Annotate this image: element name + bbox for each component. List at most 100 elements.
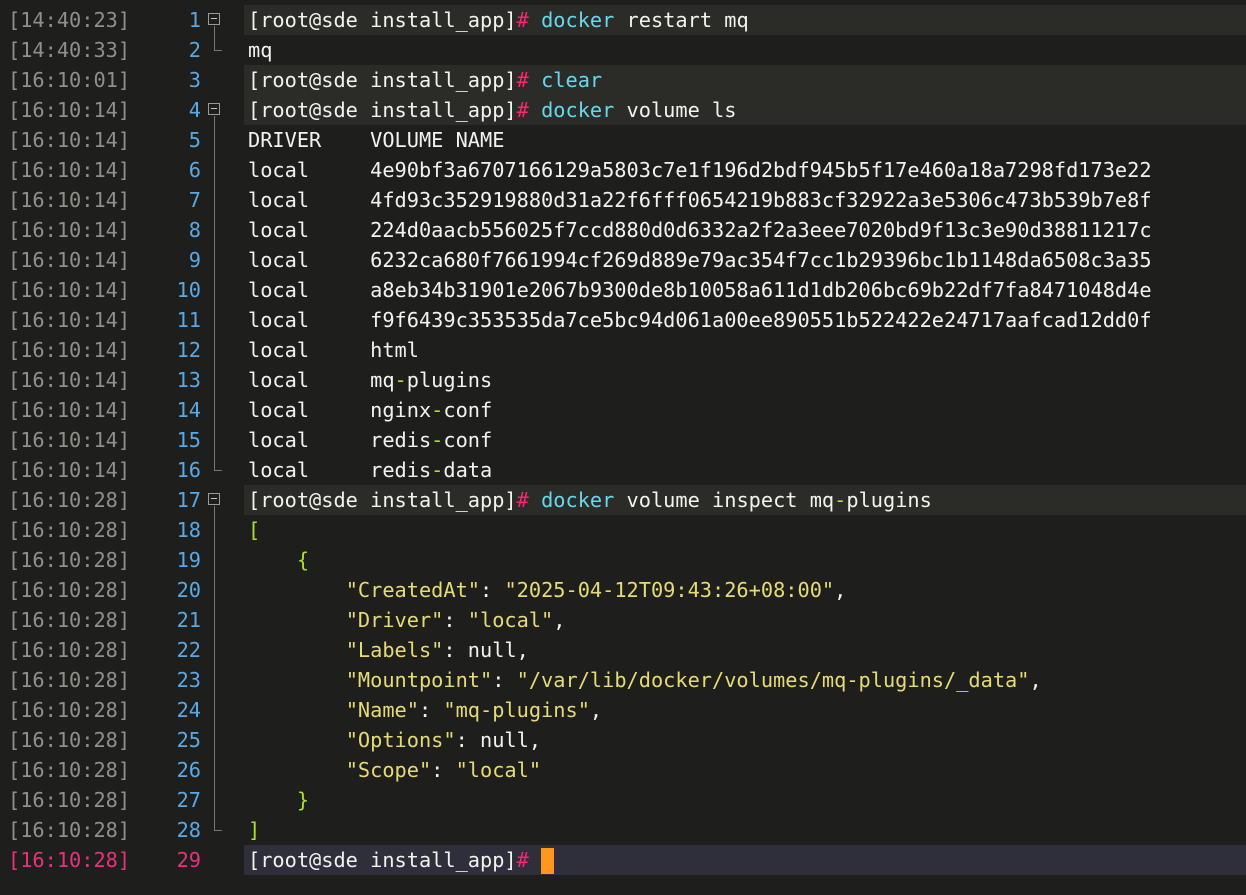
- prompt: [root@sde install_app]: [248, 98, 517, 122]
- terminal-line: [16:10:14] 13 local mq-plugins: [0, 365, 1246, 395]
- json-string: "2025-04-12T09:43:26+08:00": [504, 578, 835, 602]
- timestamp: [16:10:14]: [8, 428, 131, 452]
- line-number: 4: [188, 98, 201, 122]
- fold-guide: [214, 335, 215, 365]
- timestamp: [16:10:14]: [8, 278, 131, 302]
- current-prompt-line[interactable]: [16:10:28] 29 [root@sde install_app]#: [0, 845, 1246, 875]
- line-number: 20: [176, 578, 201, 602]
- json-string: "/var/lib/docker/volumes/mq-plugins/_dat…: [516, 668, 1030, 692]
- line-number: 11: [176, 308, 201, 332]
- output-text: :: [418, 698, 444, 722]
- output-text: "CreatedAt": "2025-04-12T09:43:26+08:00"…: [248, 575, 847, 605]
- dash: -: [431, 458, 444, 482]
- output-text: local redis-data: [248, 455, 492, 485]
- line-number: 6: [188, 158, 201, 182]
- timestamp: [16:10:28]: [8, 728, 131, 752]
- json-bracket: }: [296, 788, 310, 812]
- terminal-line: [16:10:14] 6 local 4e90bf3a6707166129a5803…: [0, 155, 1246, 185]
- terminal-line: [16:10:14] 12 local html: [0, 335, 1246, 365]
- line-number: 9: [188, 248, 201, 272]
- command-line: [root@sde install_app]#: [248, 845, 555, 875]
- line-number: 23: [176, 668, 201, 692]
- timestamp: [16:10:28]: [8, 548, 131, 572]
- command-args: plugins: [846, 488, 932, 512]
- timestamp: [14:40:23]: [8, 8, 131, 32]
- output-text: local html: [248, 338, 419, 362]
- prompt-symbol: #: [516, 8, 529, 32]
- output-text: local redis: [248, 458, 432, 482]
- output-text: local f9f6439c353535da7ce5bc94d061a00ee8…: [248, 305, 1152, 335]
- fold-guide: [214, 275, 215, 305]
- terminal-line: [16:10:28] 23 "Mountpoint": "/var/lib/doc…: [0, 665, 1246, 695]
- timestamp: [16:10:28]: [8, 488, 131, 512]
- fold-guide: [214, 695, 215, 725]
- fold-toggle-icon[interactable]: [208, 13, 220, 25]
- timestamp: [16:10:14]: [8, 248, 131, 272]
- line-number: 2: [188, 38, 201, 62]
- command-line: [root@sde install_app]# docker restart m…: [248, 5, 749, 35]
- fold-guide: [214, 506, 215, 515]
- command-keyword: clear: [541, 68, 603, 92]
- terminal-view[interactable]: [14:40:23] 1 [root@sde install_app]# docke…: [0, 5, 1246, 875]
- terminal-line: [16:10:28] 22 "Labels": null,: [0, 635, 1246, 665]
- terminal-line: [16:10:28] 21 "Driver": "local",: [0, 605, 1246, 635]
- prompt-symbol: #: [516, 488, 529, 512]
- fold-guide: [214, 395, 215, 425]
- timestamp: [16:10:28]: [8, 668, 131, 692]
- dash: -: [834, 488, 847, 512]
- output-text: mq: [248, 35, 272, 65]
- command-keyword: docker: [541, 8, 615, 32]
- output-text: :: [431, 758, 456, 782]
- json-string: "CreatedAt": [345, 578, 481, 602]
- line-number: 18: [176, 518, 201, 542]
- json-string: "local": [467, 608, 554, 632]
- output-text: "Options": null,: [248, 725, 541, 755]
- terminal-line: [16:10:28] 25 "Options": null,: [0, 725, 1246, 755]
- terminal-line: [16:10:14] 11 local f9f6439c353535da7ce5bc…: [0, 305, 1246, 335]
- output-text: local 6232ca680f7661994cf269d889e79ac354…: [248, 248, 1152, 272]
- timestamp: [16:10:14]: [8, 158, 131, 182]
- output-text: : null,: [443, 638, 529, 662]
- terminal-line: [16:10:14] 15 local redis-conf: [0, 425, 1246, 455]
- terminal-line: [14:40:33] 2 mq: [0, 35, 1246, 65]
- fold-toggle-icon[interactable]: [208, 493, 220, 505]
- output-text: ]: [248, 815, 260, 845]
- terminal-line: [16:10:14] 7 local 4fd93c352919880d31a22f6…: [0, 185, 1246, 215]
- timestamp: [16:10:14]: [8, 368, 131, 392]
- output-text: local 4e90bf3a6707166129a5803c7e1f196d2b…: [248, 158, 1152, 182]
- output-text: ,: [553, 608, 566, 632]
- output-text: "Labels": null,: [248, 635, 529, 665]
- line-number: 14: [176, 398, 201, 422]
- output-text: local 4fd93c352919880d31a22f6fff0654219b…: [248, 185, 1152, 215]
- command-args: volume ls: [614, 98, 737, 122]
- timestamp: [16:10:28]: [8, 818, 131, 842]
- line-number: 24: [176, 698, 201, 722]
- fold-guide: [214, 545, 215, 575]
- output-text: ,: [834, 578, 847, 602]
- timestamp: [14:40:33]: [8, 38, 131, 62]
- fold-toggle-icon[interactable]: [208, 103, 220, 115]
- output-text: local mq-plugins: [248, 365, 492, 395]
- output-text: local 224d0aacb556025f7ccd880d0d6332a2f2…: [248, 218, 1152, 242]
- timestamp: [16:10:01]: [8, 68, 131, 92]
- output-text: :: [492, 668, 517, 692]
- output-text: "Driver": "local",: [248, 605, 566, 635]
- prompt-symbol: #: [516, 68, 529, 92]
- output-text: local html: [248, 335, 419, 365]
- command-keyword: docker: [541, 98, 615, 122]
- terminal-line: [16:10:14] 14 local nginx-conf: [0, 395, 1246, 425]
- line-number: 1: [188, 8, 201, 32]
- line-number: 15: [176, 428, 201, 452]
- json-bracket: {: [296, 548, 310, 572]
- terminal-line: [16:10:14] 9 local 6232ca680f7661994cf269d…: [0, 245, 1246, 275]
- output-text: local redis-conf: [248, 425, 492, 455]
- output-text: "Mountpoint": "/var/lib/docker/volumes/m…: [248, 665, 1042, 695]
- terminal-line: [16:10:28] 24 "Name": "mq-plugins",: [0, 695, 1246, 725]
